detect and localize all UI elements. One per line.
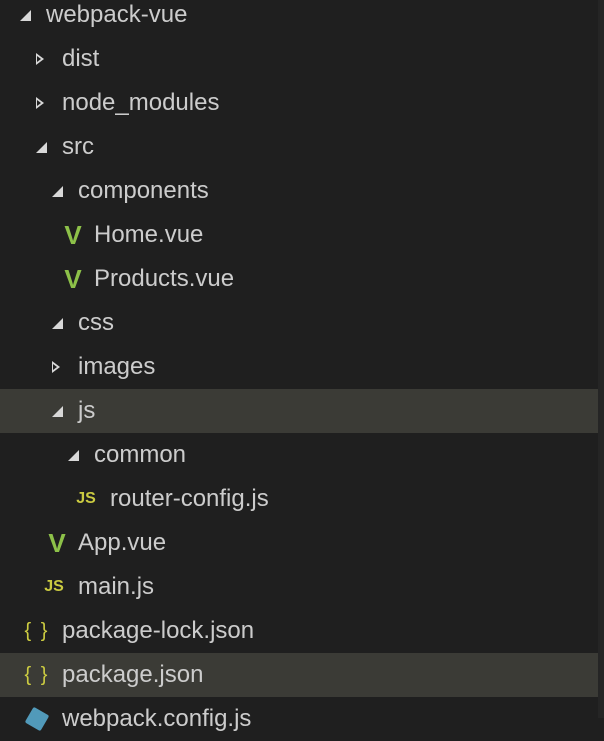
tree-item-package-json[interactable]: { } package.json bbox=[0, 653, 598, 697]
vue-file-icon: V bbox=[48, 528, 66, 558]
vue-file-icon: V bbox=[64, 220, 82, 250]
tree-item-router-config-js[interactable]: JS router-config.js bbox=[0, 477, 598, 521]
tree-item-components[interactable]: components bbox=[0, 169, 598, 213]
tree-item-products-vue[interactable]: V Products.vue bbox=[0, 257, 598, 301]
scrollbar[interactable] bbox=[598, 0, 604, 718]
json-file-icon: { } bbox=[24, 620, 50, 642]
vue-file-icon: V bbox=[64, 264, 82, 294]
chevron-down-icon bbox=[50, 301, 64, 345]
webpack-file-icon bbox=[24, 697, 50, 741]
tree-item-webpack-config-js[interactable]: webpack.config.js bbox=[0, 697, 598, 741]
tree-item-images[interactable]: images bbox=[0, 345, 598, 389]
chevron-right-icon bbox=[50, 345, 62, 389]
tree-item-package-lock-json[interactable]: { } package-lock.json bbox=[0, 609, 598, 653]
tree-item-dist[interactable]: dist bbox=[0, 37, 598, 81]
tree-item-js[interactable]: js bbox=[0, 389, 598, 433]
tree-item-app-vue[interactable]: V App.vue bbox=[0, 521, 598, 565]
chevron-down-icon bbox=[50, 389, 64, 433]
tree-item-css[interactable]: css bbox=[0, 301, 598, 345]
tree-item-main-js[interactable]: JS main.js bbox=[0, 565, 598, 609]
file-explorer-tree: webpack-vue dist node_modules src compon… bbox=[0, 0, 598, 741]
chevron-down-icon bbox=[66, 433, 80, 477]
tree-item-src[interactable]: src bbox=[0, 125, 598, 169]
tree-item-node-modules[interactable]: node_modules bbox=[0, 81, 598, 125]
tree-item-home-vue[interactable]: V Home.vue bbox=[0, 213, 598, 257]
json-file-icon: { } bbox=[24, 664, 50, 686]
chevron-down-icon bbox=[18, 0, 32, 37]
js-file-icon: JS bbox=[44, 578, 64, 595]
chevron-down-icon bbox=[34, 125, 48, 169]
tree-item-webpack-vue[interactable]: webpack-vue bbox=[0, 0, 598, 37]
js-file-icon: JS bbox=[76, 490, 96, 507]
chevron-down-icon bbox=[50, 169, 64, 213]
chevron-right-icon bbox=[34, 81, 46, 125]
tree-item-common[interactable]: common bbox=[0, 433, 598, 477]
chevron-right-icon bbox=[34, 37, 46, 81]
